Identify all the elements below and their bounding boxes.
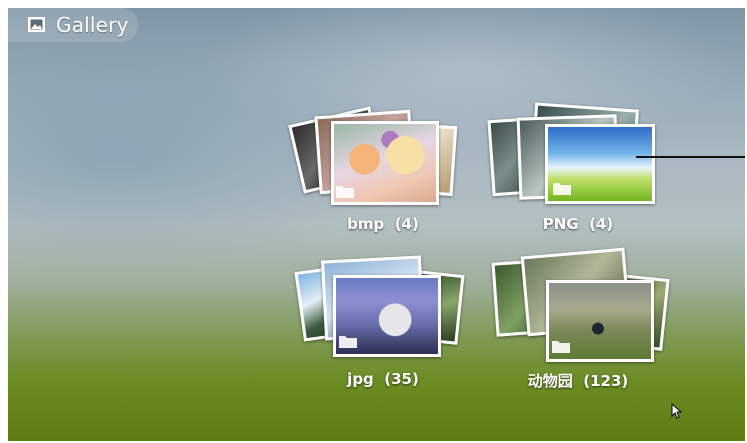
folder-icon: [552, 341, 570, 353]
album-cover-photo: [333, 275, 441, 357]
gallery-screen: Gallery bmp (4) PNG (4) jpg (35) 动物园 (12…: [8, 8, 745, 441]
album-label: 动物园 (123): [527, 372, 629, 390]
folder-icon: [553, 183, 571, 195]
album-cover-photo: [331, 121, 439, 205]
album-bmp[interactable]: bmp (4): [288, 103, 473, 233]
gallery-icon: [28, 17, 45, 32]
folder-icon: [336, 186, 354, 198]
album-cover-photo: [546, 280, 654, 362]
album-jpg[interactable]: jpg (35): [293, 248, 473, 388]
album-png[interactable]: PNG (4): [487, 96, 668, 233]
album-label: jpg (35): [347, 370, 419, 388]
album-label: PNG (4): [542, 215, 614, 233]
album-label: bmp (4): [347, 215, 419, 233]
app-title: Gallery: [56, 13, 129, 37]
divider-line: [636, 156, 745, 158]
album-cover-photo: [545, 124, 655, 204]
album-zoo[interactable]: 动物园 (123): [488, 247, 670, 390]
action-bar[interactable]: Gallery: [8, 8, 138, 42]
mouse-pointer-icon: [671, 403, 683, 419]
folder-icon: [339, 336, 357, 348]
